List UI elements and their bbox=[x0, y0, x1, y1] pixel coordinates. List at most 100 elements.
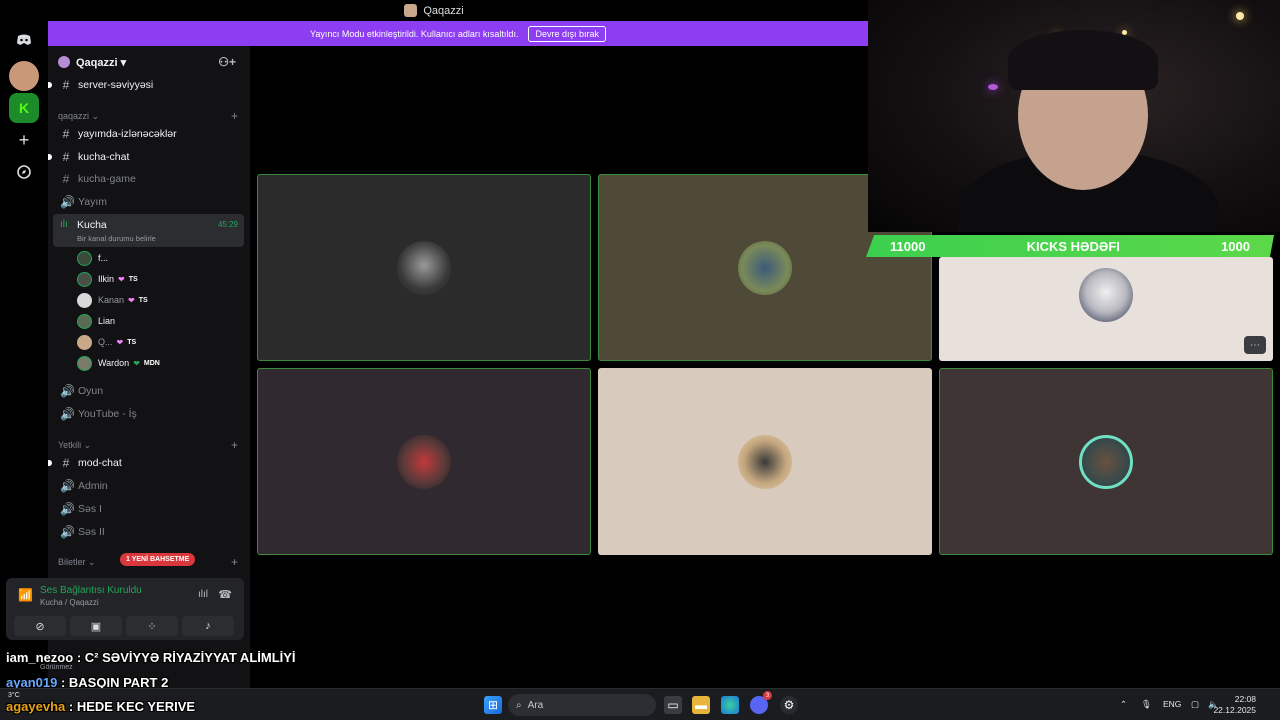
channel-label: kucha-chat bbox=[78, 151, 130, 163]
voice-member[interactable]: Q... ❤ TS bbox=[77, 333, 136, 351]
channel-kucha-game[interactable]: # kucha-game bbox=[54, 169, 244, 189]
kicks-goal-bar: 11000 KICKS HƏDƏFI 1000 bbox=[866, 235, 1274, 257]
avatar bbox=[738, 434, 792, 489]
app-icon[interactable]: ⚙ bbox=[780, 696, 798, 714]
more-options-icon[interactable]: ⋯ bbox=[1244, 336, 1266, 354]
create-channel-icon[interactable]: + bbox=[231, 555, 238, 569]
channel-kucha-chat[interactable]: # kucha-chat bbox=[48, 147, 244, 167]
soundboard-button[interactable]: ♪ bbox=[182, 616, 234, 636]
new-mention-badge[interactable]: 1 YENİ BAHSETME bbox=[120, 553, 196, 566]
weather-temp[interactable]: 3°C bbox=[8, 692, 20, 699]
voice-status[interactable]: Ses Bağlantısı Kuruldu bbox=[40, 585, 142, 596]
channel-label: yayımda-izlənəcəklər bbox=[78, 128, 177, 140]
screen-share-button[interactable]: ▣ bbox=[70, 616, 122, 636]
channel-youtube-is[interactable]: 🔊 YouTube - İş bbox=[54, 404, 244, 424]
voice-member[interactable]: f... bbox=[77, 249, 108, 267]
channel-mod-chat[interactable]: # mod-chat bbox=[48, 453, 244, 473]
member-name: Q... bbox=[98, 337, 113, 347]
window-title: Qaqazzi bbox=[423, 4, 464, 17]
add-server-icon[interactable]: + bbox=[9, 125, 39, 155]
participant-tile[interactable] bbox=[939, 368, 1273, 555]
camera-off-icon: ⊘ bbox=[35, 620, 45, 633]
chat-message: agayevha : HEDE KEC YERIVE bbox=[6, 699, 195, 714]
streamer-webcam bbox=[868, 0, 1280, 232]
connection-signal-icon[interactable]: 📶 bbox=[18, 588, 33, 602]
task-view-icon[interactable]: ▭ bbox=[664, 696, 682, 714]
avatar bbox=[77, 313, 92, 329]
tray-chevron-icon[interactable]: ⌃ bbox=[1120, 699, 1127, 710]
streamer-cap bbox=[1008, 30, 1158, 90]
network-icon[interactable]: ▢ bbox=[1191, 699, 1199, 710]
voice-location[interactable]: Kucha / Qaqazzi bbox=[40, 598, 99, 607]
file-explorer-icon[interactable]: ▬ bbox=[692, 696, 710, 714]
server-kick-icon[interactable]: K bbox=[9, 93, 39, 123]
activities-button[interactable]: ⁘ bbox=[126, 616, 178, 636]
heart-icon: ❤ bbox=[118, 274, 125, 284]
category-yetkili[interactable]: Yetkili ⌄ + bbox=[58, 438, 244, 452]
channel-label: Yayım bbox=[78, 196, 107, 208]
microphone-icon[interactable]: 🎙 bbox=[1141, 699, 1152, 710]
create-channel-icon[interactable]: + bbox=[231, 438, 238, 452]
invite-people-icon[interactable]: ⚇+ bbox=[218, 55, 236, 69]
voice-member[interactable]: Ilkin ❤ TS bbox=[77, 270, 138, 288]
member-tag: TS bbox=[138, 296, 148, 304]
channel-oyun[interactable]: 🔊 Oyun bbox=[54, 381, 244, 401]
discord-home-icon[interactable] bbox=[9, 25, 39, 55]
discord-taskbar-icon[interactable]: 3 bbox=[750, 691, 772, 714]
category-biletler[interactable]: Biletler ⌄ 1 YENİ BAHSETME + bbox=[58, 553, 244, 569]
server-header[interactable]: Qaqazzi ▾ ⚇+ bbox=[48, 46, 250, 78]
channel-ses-1[interactable]: 🔊 Səs I bbox=[54, 499, 244, 519]
voice-member[interactable]: Wardon ❤ MDN bbox=[77, 354, 160, 372]
edge-icon[interactable] bbox=[721, 696, 739, 714]
heart-icon: ❤ bbox=[128, 295, 135, 305]
channel-label: Admin bbox=[78, 480, 108, 492]
channel-admin[interactable]: 🔊 Admin bbox=[54, 476, 244, 496]
participant-tile[interactable] bbox=[598, 368, 932, 555]
voice-channel-icon: 🔊 bbox=[60, 479, 75, 493]
server-qaqazzi-icon[interactable] bbox=[9, 61, 39, 91]
category-label: Yetkili ⌄ bbox=[58, 439, 92, 450]
taskbar-search[interactable]: ⌕ Ara bbox=[508, 694, 656, 716]
channel-yayim[interactable]: 🔊 Yayım bbox=[54, 192, 244, 212]
text-channel-icon: # bbox=[62, 78, 70, 92]
voice-member[interactable]: Kanan ❤ TS bbox=[77, 291, 148, 309]
text-channel-icon: # bbox=[62, 127, 70, 141]
clock-time: 22:08 bbox=[1234, 694, 1256, 704]
create-channel-icon[interactable]: + bbox=[231, 109, 238, 123]
voice-channel-icon: 🔊 bbox=[60, 502, 75, 516]
participant-tile[interactable] bbox=[257, 368, 591, 555]
server-icon bbox=[58, 56, 70, 68]
channel-label: kucha-game bbox=[78, 173, 136, 185]
category-label: Biletler ⌄ bbox=[58, 556, 96, 567]
channel-label: server-səviyyəsi bbox=[78, 79, 154, 91]
voice-channel-status[interactable]: Bir kanal durumu belirle bbox=[77, 234, 156, 243]
voice-connection-panel: 📶 Ses Bağlantısı Kuruldu Kucha / Qaqazzi… bbox=[6, 578, 244, 640]
participant-tile[interactable]: ⋯ bbox=[939, 257, 1273, 361]
member-tag: MDN bbox=[143, 359, 160, 367]
discover-icon[interactable] bbox=[9, 157, 39, 187]
soundboard-icon: ♪ bbox=[205, 620, 211, 632]
camera-off-button[interactable]: ⊘ bbox=[14, 616, 66, 636]
channel-label: Səs II bbox=[78, 526, 105, 538]
chat-text: : C² SƏVİYYƏ RİYAZİYYAT ALİMLİYİ bbox=[76, 650, 296, 665]
activities-icon: ⁘ bbox=[147, 620, 157, 633]
noise-suppression-icon[interactable]: ılıl bbox=[198, 589, 208, 600]
window-title-bar: Qaqazzi bbox=[0, 0, 868, 21]
disconnect-icon[interactable]: ☎ bbox=[218, 588, 232, 601]
disable-streamer-mode-button[interactable]: Devre dışı bırak bbox=[528, 25, 606, 42]
avatar bbox=[77, 271, 92, 287]
start-icon[interactable]: ⊞ bbox=[484, 696, 502, 714]
channel-yayimda-izlenecekler[interactable]: # yayımda-izlənəcəklər bbox=[54, 124, 244, 144]
channel-label: Səs I bbox=[78, 503, 102, 515]
participant-tile[interactable] bbox=[257, 174, 591, 361]
voice-channel-icon: 🔊 bbox=[60, 195, 75, 209]
channel-server-seviyyesi[interactable]: # server-səviyyəsi bbox=[48, 75, 244, 95]
taskbar-clock[interactable]: 22:08 22.12.2025 bbox=[1213, 694, 1256, 716]
input-language[interactable]: ENG bbox=[1163, 699, 1181, 709]
channel-ses-2[interactable]: 🔊 Səs II bbox=[54, 522, 244, 542]
voice-channel-icon: 🔊 bbox=[60, 384, 75, 398]
active-voice-channel-kucha[interactable]: ılı Kucha Bir kanal durumu belirle 45:29 bbox=[53, 214, 244, 247]
category-qaqazzi[interactable]: qaqazzi ⌄ + bbox=[58, 109, 244, 123]
voice-member[interactable]: Lian bbox=[77, 312, 115, 330]
neon-light bbox=[988, 84, 998, 90]
